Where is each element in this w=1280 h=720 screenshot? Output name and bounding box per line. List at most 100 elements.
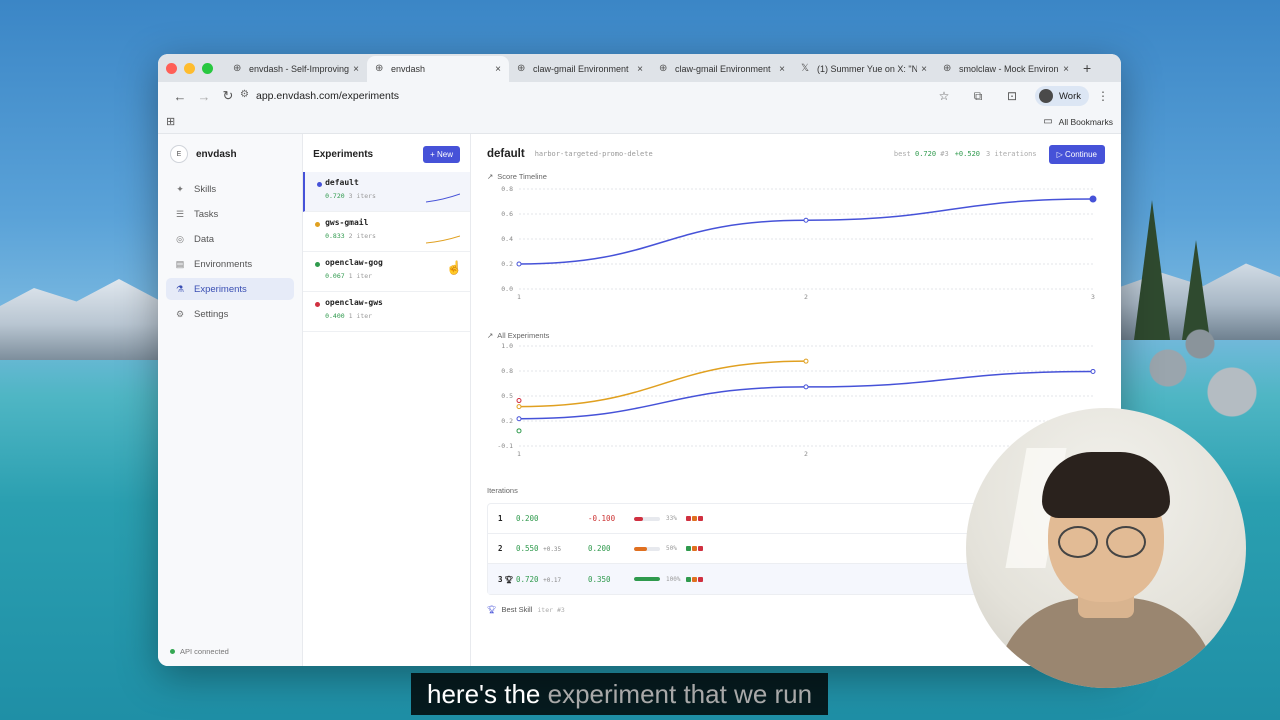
tab-5[interactable]: ⊕ smolclaw - Mock Environ × xyxy=(935,56,1077,82)
tab-2[interactable]: ⊕ claw-gmail Environment × xyxy=(509,56,651,82)
apps-grid-icon[interactable]: ⊞ xyxy=(166,115,175,128)
data-point[interactable] xyxy=(803,217,809,223)
cast-icon[interactable]: ⊡ xyxy=(995,89,1029,103)
list-item[interactable]: openclaw-gws 0.400 1 iter xyxy=(303,292,470,332)
tab-4[interactable]: 𝕏 (1) Summer Yue on X: "N × xyxy=(793,56,935,82)
sidebar: E envdash ✦ Skills ☰ Tasks ◎ Data ▤ Environment… xyxy=(158,134,304,666)
sidebar-item-skills[interactable]: ✦ Skills xyxy=(166,178,294,200)
minimize-window-button[interactable] xyxy=(184,62,195,74)
iteration-change: 0.200 xyxy=(588,544,611,553)
data-point[interactable] xyxy=(516,416,522,422)
extensions-icon[interactable]: ⧉ xyxy=(961,89,995,104)
tab-1[interactable]: ⊕ envdash × xyxy=(367,56,509,82)
y-tick-label: 1.0 xyxy=(501,342,513,350)
presenter-hair xyxy=(1042,452,1170,518)
experiment-score: 0.400 xyxy=(325,312,345,320)
iteration-number-text: 3 xyxy=(498,574,503,584)
new-tab-icon[interactable]: + xyxy=(1083,60,1091,76)
sparkle-icon: ✦ xyxy=(176,183,184,194)
sidebar-item-data[interactable]: ◎ Data xyxy=(166,228,294,250)
sidebar-item-label: Tasks xyxy=(194,208,219,220)
url-field[interactable]: ⚙ app.envdash.com/experiments xyxy=(240,89,927,102)
all-bookmarks-label: All Bookmarks xyxy=(1058,116,1113,127)
avatar xyxy=(1039,89,1053,103)
profile-button[interactable]: Work xyxy=(1035,86,1089,106)
sidebar-item-tasks[interactable]: ☰ Tasks xyxy=(166,203,294,225)
task-result-square xyxy=(686,516,691,521)
forward-icon[interactable]: → xyxy=(192,89,216,104)
data-point[interactable] xyxy=(516,404,522,410)
flask-icon: ⚗ xyxy=(175,283,185,294)
iteration-score: 0.720 +0.17 xyxy=(516,575,588,584)
sparkline xyxy=(426,235,460,244)
task-result-square xyxy=(698,516,703,521)
data-point[interactable] xyxy=(516,398,522,404)
pass-rate-text: 50% xyxy=(666,545,677,552)
series-line xyxy=(518,360,807,408)
tab-0[interactable]: ⊕ envdash - Self-Improving × xyxy=(225,56,367,82)
list-item[interactable]: gws-gmail 0.833 2 iters xyxy=(303,212,470,252)
score-timeline-chart: 0.8 0.6 0.4 0.2 0.0 1 2 3 xyxy=(501,185,1097,301)
sidebar-item-settings[interactable]: ⚙ Settings xyxy=(166,303,294,325)
experiment-color-dot xyxy=(317,182,323,187)
sidebar-item-label: Experiments xyxy=(194,283,247,295)
close-tab-icon[interactable]: × xyxy=(353,64,359,75)
close-tab-icon[interactable]: × xyxy=(637,64,643,75)
list-item[interactable]: default 0.720 3 iters xyxy=(303,172,470,212)
tab-label: envdash xyxy=(391,64,426,74)
tab-label: envdash - Self-Improving xyxy=(249,64,350,74)
pass-rate-text: 100% xyxy=(666,575,681,583)
sparkline xyxy=(426,193,460,203)
experiment-iters: 2 iters xyxy=(348,232,376,240)
task-results xyxy=(686,576,703,582)
all-experiments-heading: ↗ All Experiments xyxy=(487,331,1105,340)
trophy-icon: 🏆︎ xyxy=(487,605,497,614)
task-result-square xyxy=(698,576,703,582)
experiment-score: 0.067 xyxy=(325,272,345,280)
data-point[interactable] xyxy=(1090,368,1096,374)
close-tab-icon[interactable]: × xyxy=(921,64,927,75)
close-tab-icon[interactable]: × xyxy=(779,64,785,75)
experiments-title: Experiments xyxy=(313,148,374,160)
back-icon[interactable]: ← xyxy=(168,89,192,104)
tab-label: smolclaw - Mock Environ xyxy=(959,64,1059,74)
close-tab-icon[interactable]: × xyxy=(495,64,501,75)
iteration-score: 0.200 xyxy=(516,514,588,523)
x-tick-label: 2 xyxy=(804,293,808,301)
experiment-iters: 1 iter xyxy=(348,272,373,280)
list-item[interactable]: openclaw-gog 0.067 1 iter xyxy=(303,252,470,292)
iteration-delta: +0.17 xyxy=(543,576,562,584)
x-tick-label: 1 xyxy=(517,450,521,458)
data-point[interactable] xyxy=(516,428,522,434)
iteration-number-text: 2 xyxy=(498,544,503,553)
site-info-icon[interactable]: ⚙ xyxy=(240,89,249,100)
data-point[interactable] xyxy=(516,261,522,267)
experiment-meta: 0.067 1 iter xyxy=(325,272,460,280)
close-window-button[interactable] xyxy=(166,62,177,74)
tab-3[interactable]: ⊕ claw-gmail Environment × xyxy=(651,56,793,82)
data-point[interactable] xyxy=(803,358,809,364)
brand[interactable]: E envdash xyxy=(158,136,302,172)
best-skill-iter: iter #3 xyxy=(537,605,565,614)
y-tick-label: 0.4 xyxy=(501,235,513,243)
star-icon[interactable]: ☆ xyxy=(927,89,961,103)
sidebar-item-label: Environments xyxy=(194,258,253,270)
close-tab-icon[interactable]: × xyxy=(1063,64,1069,75)
data-point[interactable] xyxy=(1089,195,1097,203)
continue-button[interactable]: ▷ Continue xyxy=(1048,144,1105,164)
page-title: default xyxy=(487,148,525,160)
all-bookmarks-button[interactable]: ▭ All Bookmarks xyxy=(1043,116,1113,127)
iteration-score-value: 0.550 xyxy=(516,544,539,553)
sidebar-item-experiments[interactable]: ⚗ Experiments xyxy=(166,278,295,300)
reload-icon[interactable]: ↻ xyxy=(216,88,240,104)
menu-icon[interactable]: ⋮ xyxy=(1095,89,1111,103)
data-point[interactable] xyxy=(803,384,809,390)
sparkline-line xyxy=(426,193,460,203)
iteration-number: 3 🏆︎ xyxy=(488,575,516,584)
new-experiment-button[interactable]: + New xyxy=(423,145,460,163)
sidebar-item-environments[interactable]: ▤ Environments xyxy=(166,253,294,275)
y-tick-label: 0.8 xyxy=(501,185,513,193)
sidebar-item-label: Skills xyxy=(194,183,217,195)
api-status: API connected xyxy=(170,647,229,656)
maximize-window-button[interactable] xyxy=(202,62,213,74)
